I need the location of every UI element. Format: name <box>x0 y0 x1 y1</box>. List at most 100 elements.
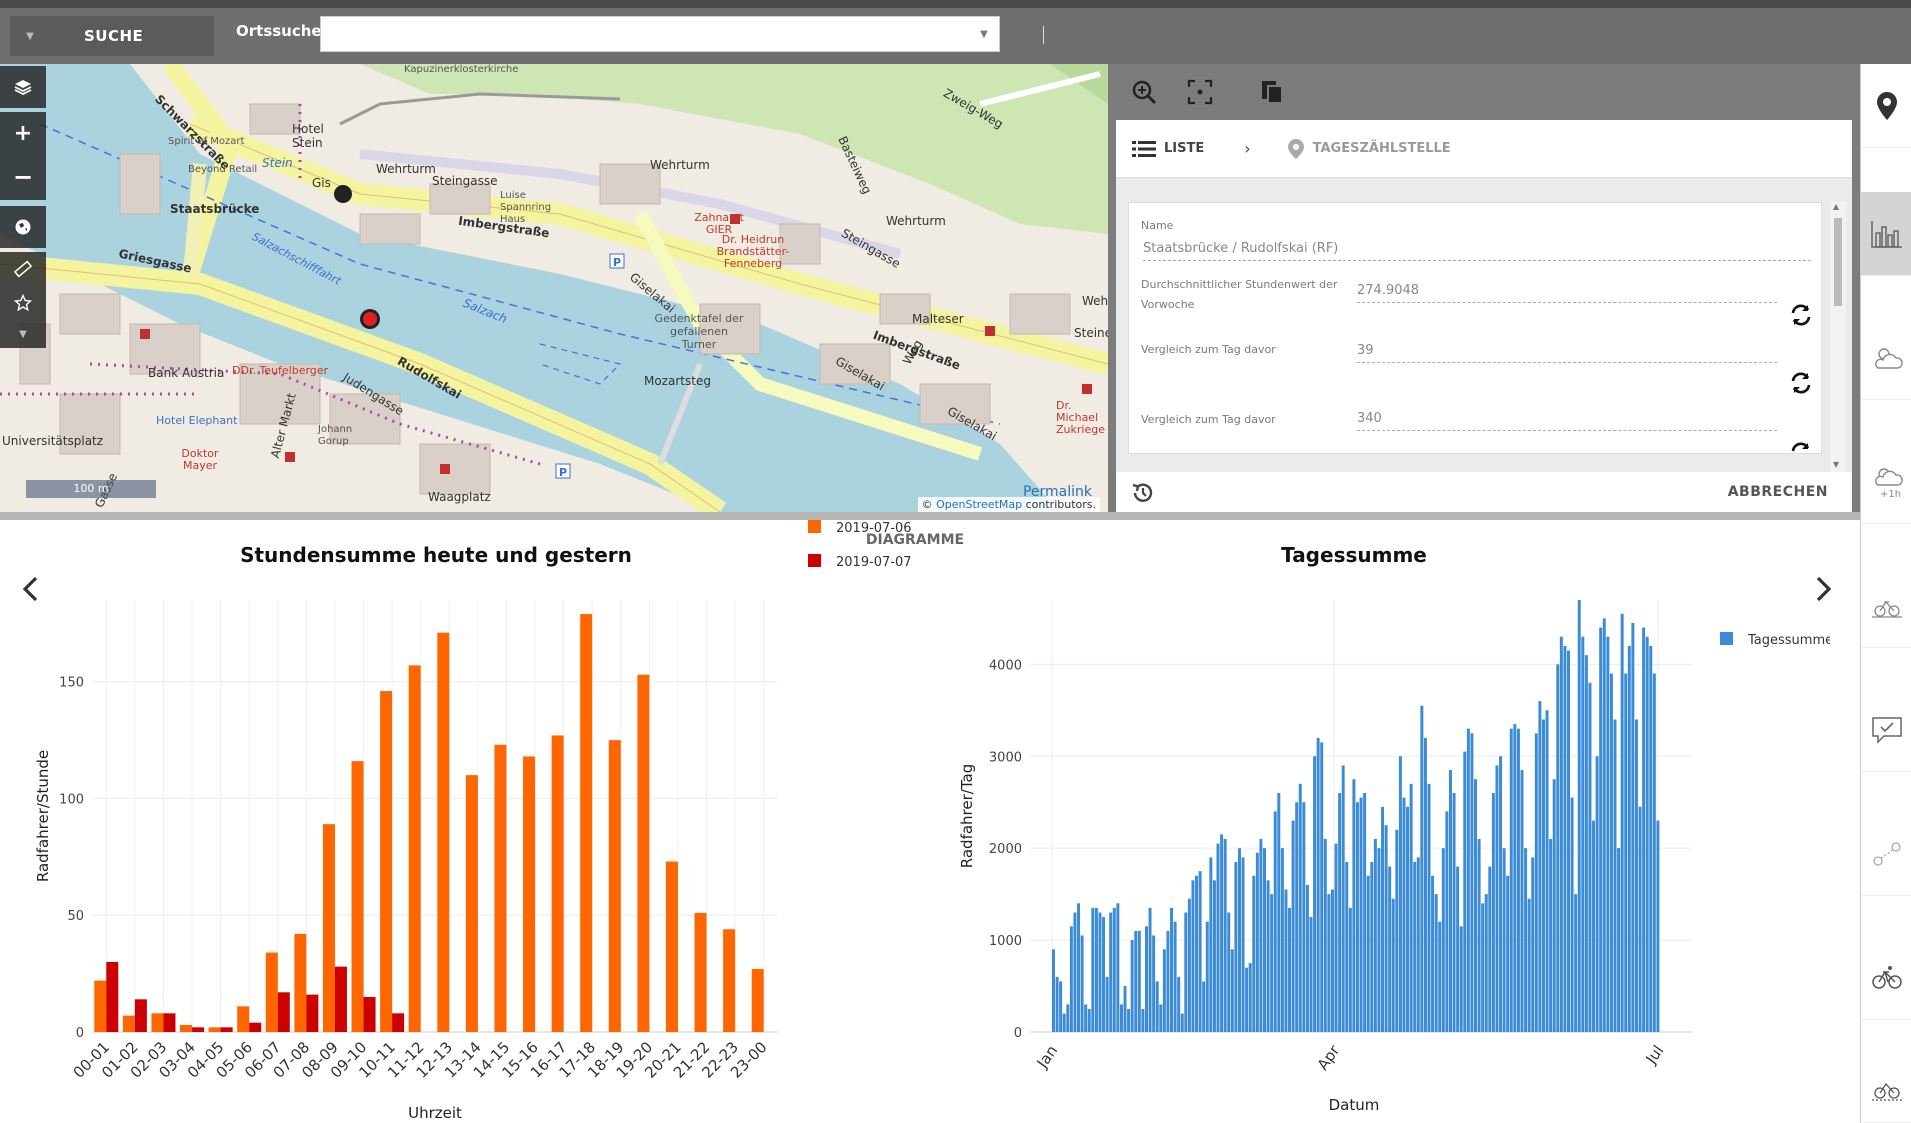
bar-daily <box>1137 930 1141 1032</box>
bar-daily <box>1127 1009 1131 1032</box>
breadcrumb-list[interactable]: LISTE <box>1132 139 1204 159</box>
sidebar-item-chart[interactable] <box>1861 192 1911 276</box>
map-label-spirit: Spirit of Mozart <box>168 136 245 147</box>
map-label-malteser: Malteser <box>912 312 964 326</box>
scroll-up-icon[interactable]: ▲ <box>1833 202 1839 211</box>
breadcrumb-detail: TAGESZÄHLSTELLE <box>1287 138 1451 160</box>
map-label-hotel-stein: Hotel Stein <box>292 122 324 150</box>
place-search-input[interactable] <box>321 17 969 51</box>
refresh-icon[interactable] <box>1789 371 1813 395</box>
sidebar-item-weather[interactable] <box>1861 316 1911 400</box>
bar-daily <box>1531 857 1535 1032</box>
star-icon[interactable] <box>14 294 32 312</box>
bar-daily <box>1642 627 1646 1032</box>
sidebar-item-bike[interactable] <box>1861 936 1911 1020</box>
map-label-wehrturm-1: Wehrturm <box>376 162 436 176</box>
sidebar-item-bike-lane[interactable] <box>1861 564 1911 648</box>
cancel-button[interactable]: ABBRECHEN <box>1728 484 1828 500</box>
map-pin-icon <box>1876 91 1897 120</box>
copy-button[interactable] <box>1258 78 1286 106</box>
bar-daily <box>1209 857 1213 1032</box>
ruler-icon[interactable] <box>14 260 32 278</box>
bar-daily <box>1109 912 1113 1032</box>
bar-daily <box>1520 770 1524 1032</box>
field-value-comparison-1[interactable]: 39 <box>1357 343 1777 363</box>
field-value-average[interactable]: 274.9048 <box>1357 283 1777 303</box>
field-label-comparison-2: Vergleich zum Tag davor <box>1141 413 1276 426</box>
bar-daily <box>1541 719 1545 1032</box>
scroll-down-icon[interactable]: ▼ <box>1833 460 1839 469</box>
map-base-layer: P P <box>0 64 1108 512</box>
globe-button[interactable] <box>0 206 46 248</box>
focus-button[interactable] <box>1186 78 1214 106</box>
bar-daily <box>1584 655 1588 1032</box>
bar-daily <box>1506 875 1510 1032</box>
zoom-out-button[interactable]: − <box>13 163 33 191</box>
zoom-in-button[interactable]: + <box>14 121 32 146</box>
section-divider[interactable] <box>0 512 1860 520</box>
map-view[interactable]: P P Schwarzstraße Kapuzinerklosterkirche… <box>0 64 1108 512</box>
bar-daily <box>1592 820 1596 1032</box>
bar-2019-07-06 <box>265 952 278 1032</box>
search-toggle-button[interactable]: ▼ SUCHE <box>10 16 214 56</box>
layers-button[interactable] <box>0 66 46 108</box>
bar-daily <box>1406 806 1410 1032</box>
sidebar-item-route[interactable] <box>1861 812 1911 896</box>
place-search-field[interactable]: ▼ <box>320 16 1000 52</box>
bar-daily <box>1316 737 1320 1032</box>
bar-daily <box>1348 907 1352 1032</box>
refresh-icon[interactable] <box>1789 441 1813 454</box>
y-tick-label: 2000 <box>989 842 1022 857</box>
bar-daily <box>1638 806 1642 1032</box>
svg-text:P: P <box>613 256 621 269</box>
zoom-to-button[interactable] <box>1130 78 1158 106</box>
map-label-universitaetsplatz: Universitätsplatz <box>2 434 104 448</box>
bar-2019-07-06 <box>580 614 593 1032</box>
bar-daily <box>1191 880 1195 1032</box>
bar-daily <box>1187 898 1191 1032</box>
bar-daily <box>1252 875 1256 1032</box>
bar-daily <box>1237 848 1241 1032</box>
bar-daily <box>1073 912 1077 1032</box>
map-label-wehrturm-3: Wehrturm <box>886 214 946 228</box>
bar-daily <box>1556 664 1560 1032</box>
bar-daily <box>1606 636 1610 1032</box>
osm-link[interactable]: OpenStreetMap <box>936 498 1022 511</box>
chart-title: Tagessumme <box>1281 543 1427 567</box>
scrollbar-thumb[interactable] <box>1834 218 1842 306</box>
refresh-icon[interactable] <box>1789 303 1813 327</box>
bar-daily <box>1534 733 1538 1032</box>
bar-2019-07-07 <box>392 1013 405 1032</box>
bar-2019-07-07 <box>363 996 376 1032</box>
detail-scrollbar[interactable]: ▲ ▼ <box>1830 202 1846 472</box>
field-value-name[interactable]: Staatsbrücke / Rudolfskai (RF) <box>1143 241 1811 261</box>
bar-2019-07-07 <box>134 999 147 1032</box>
panel-toolbar <box>1130 78 1286 106</box>
marker-icon <box>1287 138 1304 159</box>
bar-2019-07-06 <box>465 775 478 1032</box>
bar-daily <box>1370 861 1374 1032</box>
chevron-down-icon[interactable]: ▼ <box>19 329 27 340</box>
bar-daily <box>1223 838 1227 1032</box>
x-tick-label: Apr <box>1314 1041 1344 1073</box>
history-icon[interactable] <box>1130 480 1156 506</box>
sidebar-item-feedback[interactable] <box>1861 688 1911 772</box>
dropdown-arrow-icon[interactable]: ▼ <box>969 29 999 40</box>
sidebar-item-bike-counter[interactable] <box>1861 1054 1911 1123</box>
sidebar-item-forecast[interactable]: +1h <box>1861 440 1911 524</box>
panel-footer: ABBRECHEN <box>1116 472 1852 512</box>
app-root: ▼ SUCHE Ortssuche ▼ P P Schwarzstraße Ka… <box>0 0 1911 1123</box>
bar-daily <box>1456 866 1460 1032</box>
sidebar-item-location[interactable] <box>1861 64 1911 148</box>
bar-daily <box>1198 871 1202 1032</box>
bar-daily <box>1416 857 1420 1032</box>
bar-2019-07-06 <box>322 824 335 1032</box>
map-label-wehrturm-2: Wehrturm <box>650 158 710 172</box>
bar-daily <box>1112 907 1116 1032</box>
bar-daily <box>1263 848 1266 1032</box>
bar-daily <box>1445 811 1449 1032</box>
globe-icon <box>15 219 31 235</box>
bar-daily <box>1538 701 1542 1032</box>
bar-daily <box>1066 1004 1070 1032</box>
field-value-comparison-2[interactable]: 340 <box>1357 411 1777 431</box>
